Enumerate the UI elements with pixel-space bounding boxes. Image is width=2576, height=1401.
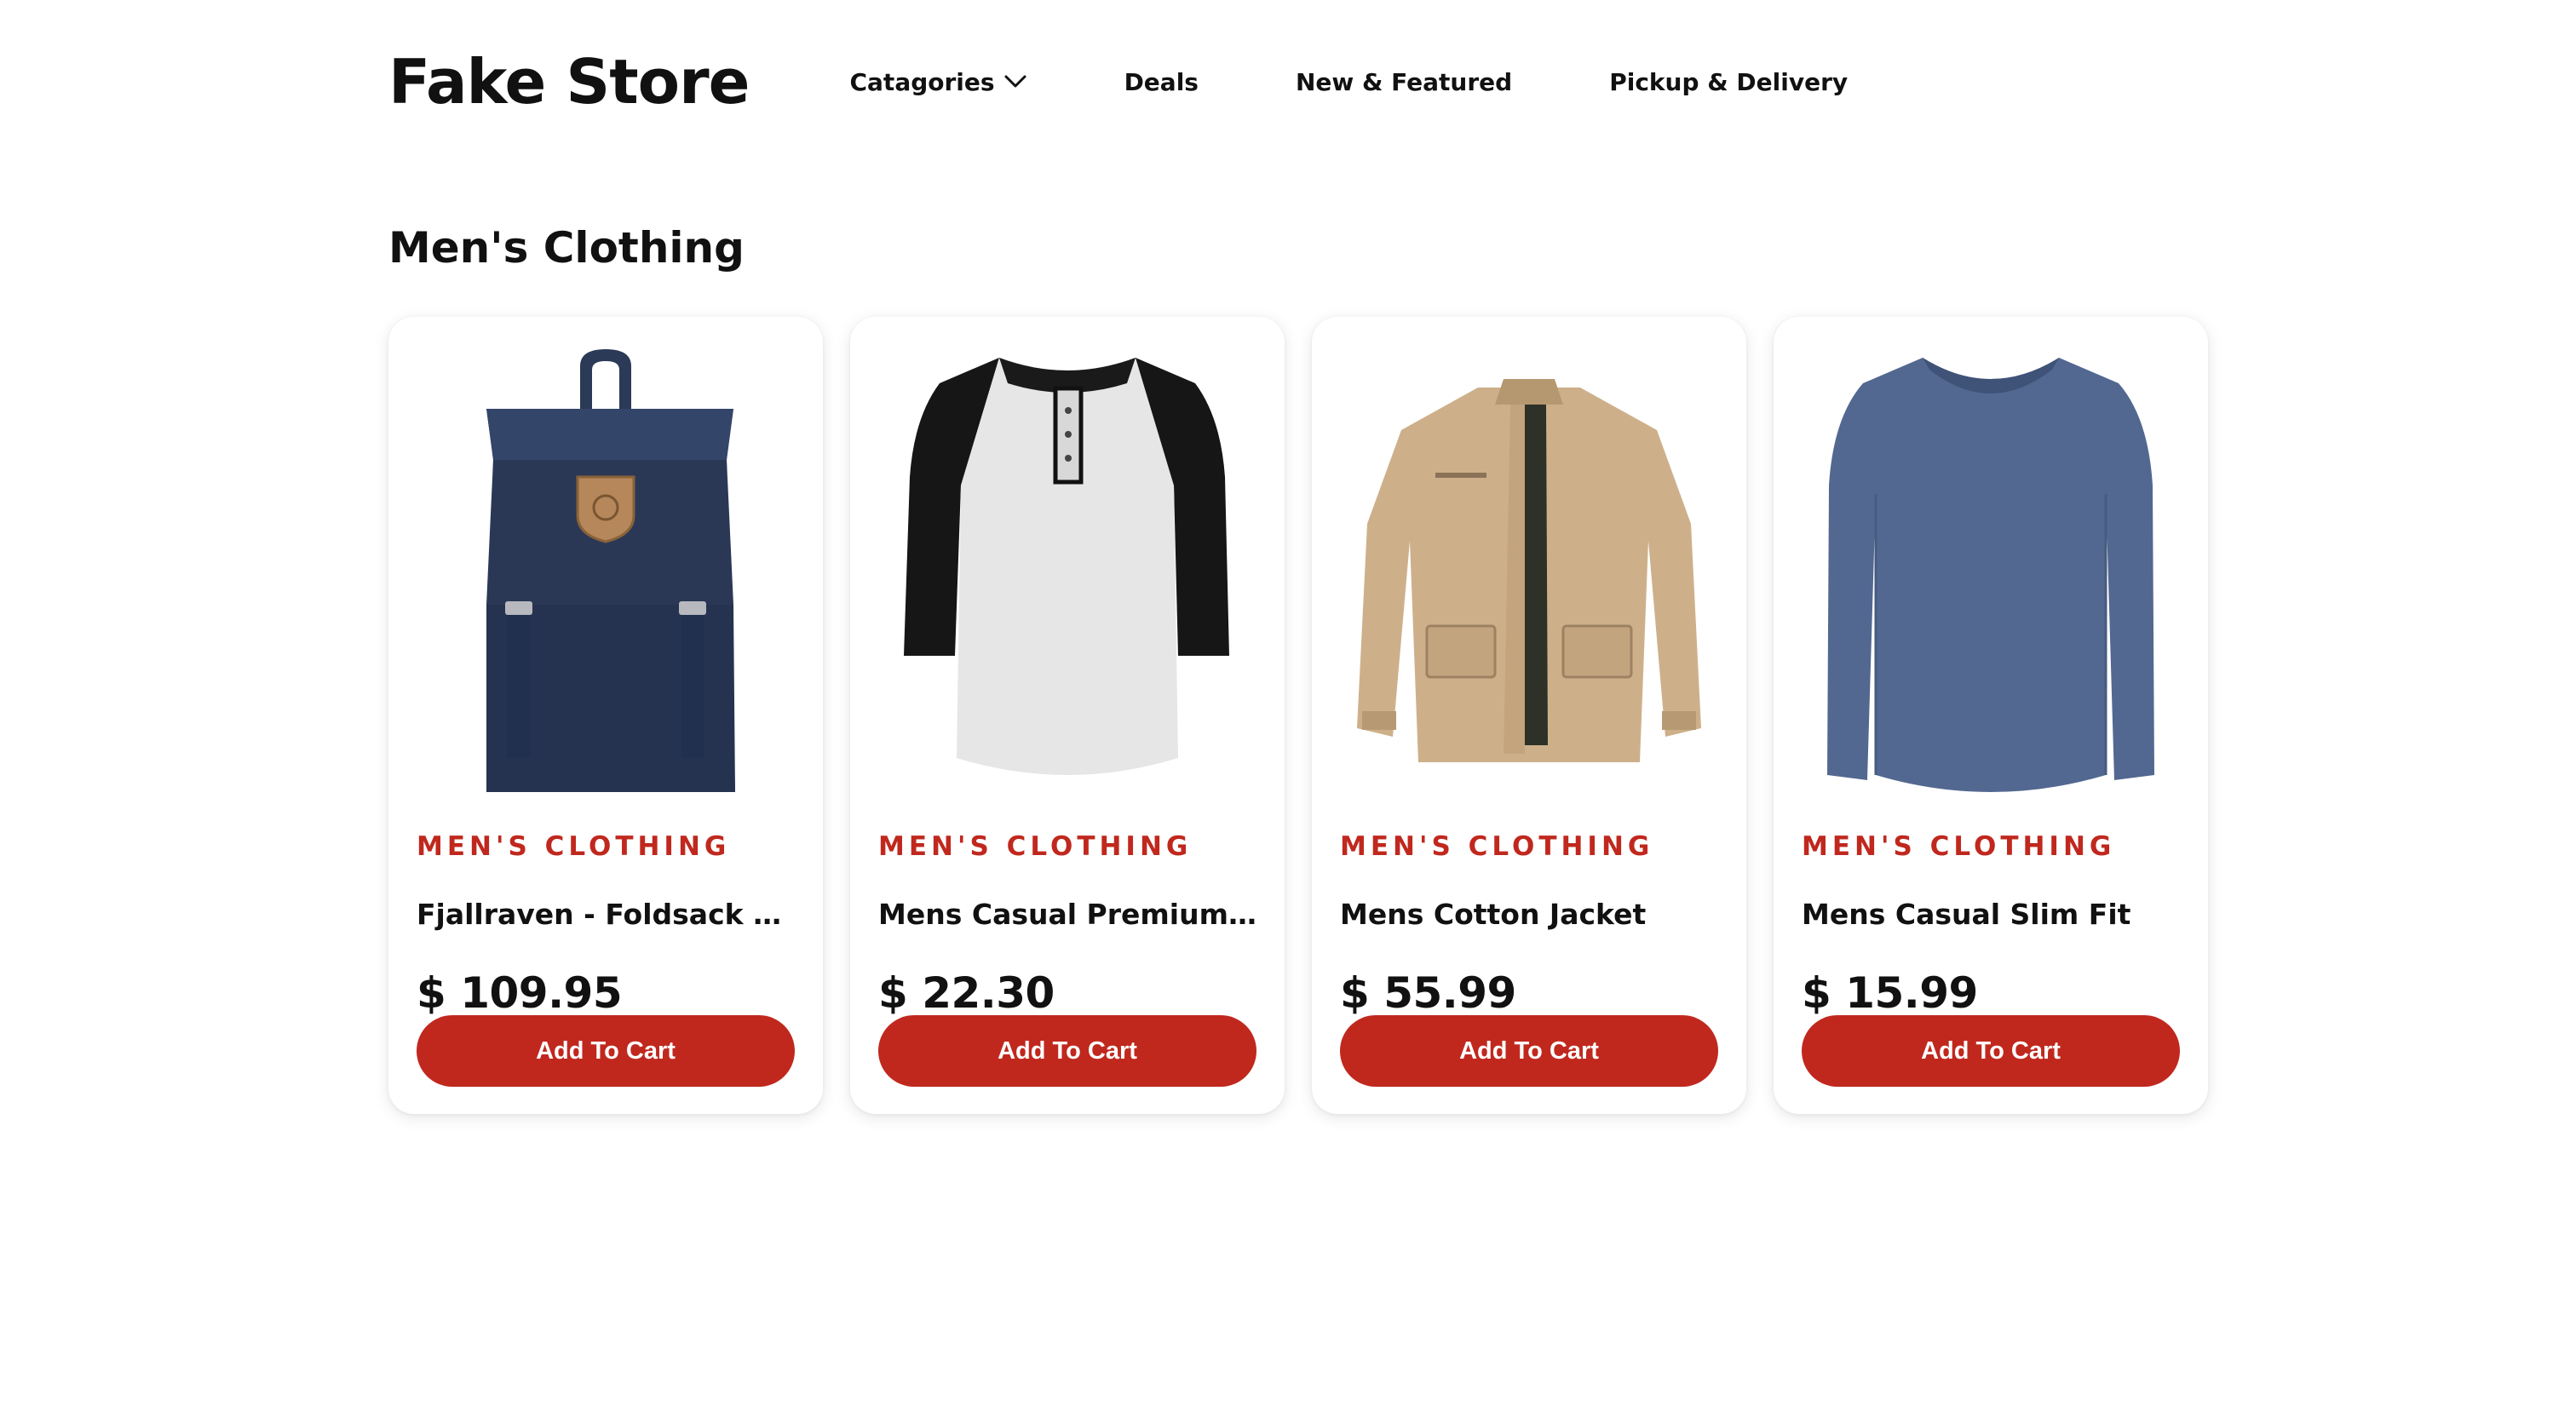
product-card: men's clothing Mens Casual Slim Fit $ 15… xyxy=(1774,317,2208,1114)
product-category: men's clothing xyxy=(1802,831,2116,862)
product-title[interactable]: Mens Casual Slim Fit xyxy=(1802,898,2180,931)
nav-pickup-delivery[interactable]: Pickup & Delivery xyxy=(1609,68,1848,96)
product-category: men's clothing xyxy=(1340,831,1654,862)
product-category: men's clothing xyxy=(878,831,1193,862)
chevron-down-icon xyxy=(1003,74,1027,89)
product-category: men's clothing xyxy=(417,831,731,862)
product-image-henley[interactable] xyxy=(878,344,1256,797)
product-grid: men's clothing Fjallraven - Foldsack No.… xyxy=(388,317,2208,1114)
main-nav: Catagories Deals New & Featured Pickup &… xyxy=(849,68,1848,96)
product-price: $ 15.99 xyxy=(1802,968,1978,1018)
site-header: Fake Store Catagories Deals New & Featur… xyxy=(388,44,1848,119)
product-image-jacket[interactable] xyxy=(1340,344,1718,797)
section-title: Men's Clothing xyxy=(388,223,745,273)
product-title[interactable]: Mens Cotton Jacket xyxy=(1340,898,1718,931)
add-to-cart-button[interactable]: Add To Cart xyxy=(1802,1015,2180,1087)
product-card: men's clothing Mens Cotton Jacket $ 55.9… xyxy=(1312,317,1746,1114)
product-price: $ 55.99 xyxy=(1340,968,1516,1018)
add-to-cart-button[interactable]: Add To Cart xyxy=(878,1015,1256,1087)
nav-categories-label: Catagories xyxy=(849,67,995,96)
product-card: men's clothing Mens Casual Premium Slim … xyxy=(850,317,1285,1114)
product-title[interactable]: Mens Casual Premium Slim Fit T-Shirts xyxy=(878,898,1256,931)
page: Fake Store Catagories Deals New & Featur… xyxy=(0,0,2576,1401)
product-card: men's clothing Fjallraven - Foldsack No.… xyxy=(388,317,823,1114)
nav-new-featured[interactable]: New & Featured xyxy=(1296,68,1512,96)
product-price: $ 109.95 xyxy=(417,968,623,1018)
product-image-longsleeve[interactable] xyxy=(1802,344,2180,797)
product-price: $ 22.30 xyxy=(878,968,1055,1018)
add-to-cart-button[interactable]: Add To Cart xyxy=(417,1015,795,1087)
product-image-backpack[interactable] xyxy=(417,344,795,797)
store-logo[interactable]: Fake Store xyxy=(388,51,750,112)
nav-deals[interactable]: Deals xyxy=(1124,68,1199,96)
product-title[interactable]: Fjallraven - Foldsack No. 1 Backpack, Fi… xyxy=(417,898,795,931)
nav-categories[interactable]: Catagories xyxy=(849,68,1026,96)
add-to-cart-button[interactable]: Add To Cart xyxy=(1340,1015,1718,1087)
